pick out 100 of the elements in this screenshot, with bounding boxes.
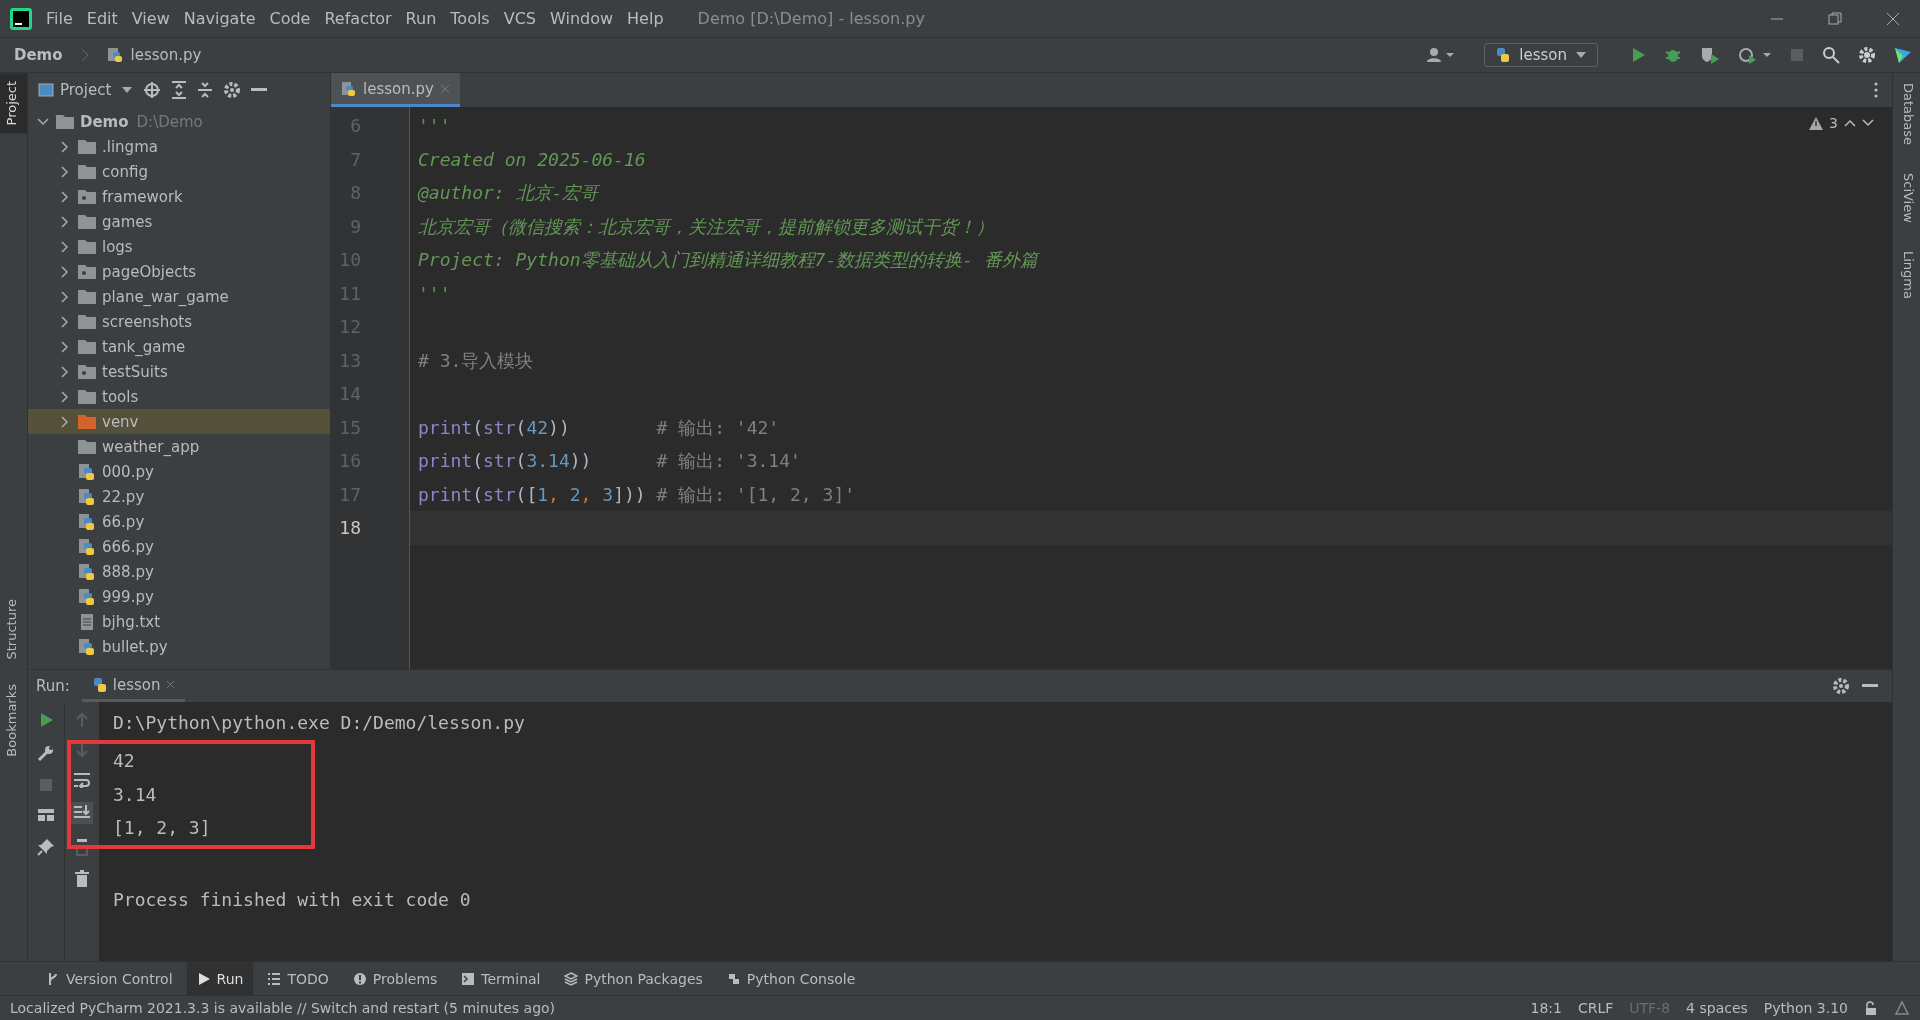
down-arrow-icon[interactable] [75, 742, 89, 758]
menu-item[interactable]: Help [627, 9, 664, 28]
chevron-icon[interactable] [59, 340, 71, 353]
status-item[interactable]: 4 spaces [1686, 1000, 1748, 1016]
tree-item[interactable]: weather_app [28, 434, 330, 459]
settings-icon[interactable] [1832, 677, 1850, 695]
tree-item[interactable]: venv [28, 409, 330, 434]
more-icon[interactable] [1874, 82, 1878, 98]
menu-item[interactable]: View [131, 9, 170, 28]
tool-window-button[interactable]: Python Console [716, 962, 866, 995]
chevron-icon[interactable] [59, 165, 71, 178]
user-icon[interactable] [1426, 47, 1457, 63]
chevron-icon[interactable] [37, 115, 49, 128]
tree-item[interactable]: games [28, 209, 330, 234]
tool-window-tab[interactable]: Bookmarks [0, 675, 27, 765]
previous-icon[interactable] [1844, 119, 1856, 127]
coverage-icon[interactable] [1700, 46, 1720, 64]
tree-item[interactable]: testSuits [28, 359, 330, 384]
tree-item[interactable]: 22.py [28, 484, 330, 509]
tree-item[interactable]: tank_game [28, 334, 330, 359]
tree-item[interactable]: 999.py [28, 584, 330, 609]
tool-window-button[interactable]: Run [186, 962, 254, 995]
plugin-logo-icon[interactable] [1894, 46, 1912, 64]
menu-item[interactable]: Code [269, 9, 311, 28]
chevron-icon[interactable] [59, 390, 71, 403]
expand-all-icon[interactable] [171, 81, 188, 99]
tree-item[interactable]: framework [28, 184, 330, 209]
tree-item[interactable]: plane_war_game [28, 284, 330, 309]
menu-item[interactable]: Edit [86, 9, 118, 28]
trash-icon[interactable] [75, 870, 89, 888]
close-icon[interactable] [1886, 11, 1900, 26]
settings-icon[interactable] [1858, 46, 1876, 64]
tree-item[interactable]: 66.py [28, 509, 330, 534]
search-icon[interactable] [1822, 46, 1840, 64]
tool-window-tab[interactable]: Project [0, 73, 27, 134]
tree-item[interactable]: 888.py [28, 559, 330, 584]
tool-window-button[interactable]: Problems [342, 962, 448, 995]
plugin-status-icon[interactable] [1894, 1000, 1910, 1016]
tree-item[interactable]: pageObjects [28, 259, 330, 284]
menu-item[interactable]: Refactor [324, 9, 392, 28]
dropdown-caret-icon[interactable] [121, 86, 134, 94]
chevron-icon[interactable] [59, 140, 71, 153]
tool-window-button[interactable]: TODO [257, 962, 339, 995]
breadcrumb-item[interactable]: Demo [14, 46, 63, 64]
tree-item[interactable]: 666.py [28, 534, 330, 559]
tool-window-tab[interactable]: SciView [1893, 163, 1920, 233]
run-icon[interactable] [38, 712, 54, 728]
print-icon[interactable] [75, 838, 89, 856]
tree-item[interactable]: bjhg.txt [28, 609, 330, 634]
chevron-icon[interactable] [59, 215, 71, 228]
hide-icon[interactable] [251, 88, 268, 92]
tree-item[interactable]: logs [28, 234, 330, 259]
pin-icon[interactable] [37, 838, 55, 856]
tool-window-tab[interactable]: Lingma [1893, 240, 1920, 309]
hide-icon[interactable] [1862, 684, 1878, 688]
settings-icon[interactable] [223, 81, 242, 99]
breadcrumb-item[interactable]: lesson.py [130, 46, 202, 64]
tool-window-button[interactable]: Version Control [36, 962, 183, 995]
tool-window-button[interactable]: Terminal [451, 962, 551, 995]
tree-item[interactable]: Demo D:\Demo [28, 109, 330, 134]
warning-count[interactable]: 3 [1829, 115, 1838, 131]
tree-item[interactable]: screenshots [28, 309, 330, 334]
tree-item[interactable]: bullet.py [28, 634, 330, 659]
tool-window-tab[interactable]: Database [1893, 73, 1920, 156]
chevron-icon[interactable] [59, 190, 71, 203]
chevron-icon[interactable] [59, 290, 71, 303]
menu-item[interactable]: Window [550, 9, 614, 28]
chevron-icon[interactable] [59, 240, 71, 253]
run-icon[interactable] [1630, 47, 1646, 63]
menu-item[interactable]: Tools [450, 9, 490, 28]
locate-icon[interactable] [143, 81, 162, 99]
menu-item[interactable]: File [46, 9, 73, 28]
status-message[interactable]: Localized PyCharm 2021.3.3 is available // Switch and restart (5 minutes ago) [10, 1000, 556, 1016]
status-item[interactable]: Python 3.10 [1763, 1000, 1848, 1016]
menu-item[interactable]: Navigate [183, 9, 256, 28]
maximize-icon[interactable] [1828, 11, 1842, 26]
run-config-dropdown[interactable]: lesson [1484, 43, 1598, 67]
menu-item[interactable]: Run [405, 9, 437, 28]
tree-item[interactable]: config [28, 159, 330, 184]
tree-item[interactable]: 000.py [28, 459, 330, 484]
scroll-to-end-icon[interactable] [71, 802, 93, 824]
panel-title[interactable]: Project [60, 81, 112, 99]
wrench-icon[interactable] [37, 744, 55, 762]
chevron-icon[interactable] [59, 265, 71, 278]
chevron-icon[interactable] [59, 415, 71, 428]
profile-icon[interactable] [1738, 46, 1772, 64]
chevron-icon[interactable] [59, 365, 71, 378]
tool-window-button[interactable]: Python Packages [554, 962, 713, 995]
chevron-icon[interactable] [59, 315, 71, 328]
collapse-all-icon[interactable] [197, 81, 214, 99]
lock-icon[interactable] [1864, 1001, 1878, 1015]
soft-wrap-icon[interactable] [73, 772, 91, 788]
next-icon[interactable] [1862, 119, 1874, 127]
editor-tab[interactable]: lesson.py [331, 73, 460, 107]
status-item[interactable]: CRLF [1577, 1000, 1614, 1016]
tool-window-tab[interactable]: Structure [0, 591, 27, 668]
status-item[interactable]: 18:1 [1530, 1000, 1562, 1016]
tree-item[interactable]: tools [28, 384, 330, 409]
menu-item[interactable]: VCS [503, 9, 536, 28]
layout-icon[interactable] [37, 808, 55, 822]
